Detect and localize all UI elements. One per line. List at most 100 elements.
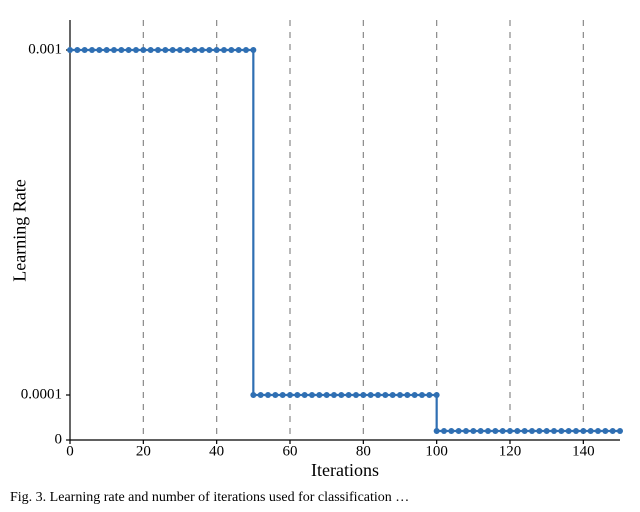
series-marker [485,428,491,434]
series-marker [404,392,410,398]
x-tick-labels: 0 20 40 60 80 100 120 140 [66,440,594,460]
series-marker [346,392,352,398]
series-marker [170,47,176,53]
x-tick-label: 100 [425,444,448,460]
series-marker [272,392,278,398]
series-marker [140,47,146,53]
x-tick-label: 120 [499,444,522,460]
series-marker [588,428,594,434]
series-marker [184,47,190,53]
y-axis-title-text: Learning Rate [10,179,31,281]
series-marker [250,392,256,398]
series-marker [309,392,315,398]
figure-caption-text: Fig. 3. Learning rate and number of iter… [10,490,409,505]
series-marker [529,428,535,434]
series-marker [206,47,212,53]
series-marker [551,428,557,434]
series-marker [111,47,117,53]
series-marker [448,428,454,434]
series-marker [441,428,447,434]
series-marker [74,47,80,53]
plot-area: 00.00010.001 020406080100120140 [70,20,620,440]
series-marker [573,428,579,434]
series-marker [368,392,374,398]
series-marker [67,47,73,53]
series-marker [566,428,572,434]
y-tick-label: 0.001 [28,41,62,57]
series-marker [96,47,102,53]
series-marker [214,47,220,53]
series-marker [243,47,249,53]
series-marker [236,47,242,53]
series-marker [463,428,469,434]
series-marker [155,47,161,53]
series-marker [104,47,110,53]
series-marker [250,47,256,53]
series-marker [360,392,366,398]
x-tick-label: 80 [356,444,371,460]
series-marker [302,392,308,398]
series-marker [294,392,300,398]
x-tick-label: 20 [136,444,151,460]
series-marker [412,392,418,398]
series-marker [536,428,542,434]
series-marker [353,392,359,398]
series-marker [382,392,388,398]
series-marker [580,428,586,434]
series-marker [338,392,344,398]
series-marker [287,392,293,398]
series-marker [89,47,95,53]
series-marker [265,392,271,398]
x-tick-label: 60 [283,444,298,460]
figure-caption: Fig. 3. Learning rate and number of iter… [10,490,630,506]
series-marker [558,428,564,434]
series-marker [500,428,506,434]
x-axis-title-text: Iterations [311,460,379,480]
series-marker [390,392,396,398]
series-marker [397,392,403,398]
series-marker [126,47,132,53]
series-marker [507,428,513,434]
series-marker [258,392,264,398]
series-marker [610,428,616,434]
figure: Learning Rate 00.00010.001 0204060801001… [0,0,640,512]
y-tick-label: 0 [55,431,63,447]
y-tick-label: 0.0001 [21,386,62,402]
x-tick-label: 40 [209,444,224,460]
series-marker [617,428,623,434]
vertical-gridlines [143,20,583,440]
series-marker [280,392,286,398]
series-marker [316,392,322,398]
series-marker [162,47,168,53]
series-marker [514,428,520,434]
series-marker [419,392,425,398]
x-tick-label: 0 [66,444,74,460]
series-marker [434,392,440,398]
series-marker [478,428,484,434]
series-lr [67,47,623,434]
series-marker [148,47,154,53]
series-marker [470,428,476,434]
series-marker [324,392,330,398]
y-axis-title: Learning Rate [8,20,32,440]
series-marker [434,428,440,434]
series-marker [375,392,381,398]
series-marker [331,392,337,398]
series-marker [426,392,432,398]
series-marker [221,47,227,53]
x-tick-label: 140 [572,444,595,460]
series-marker [118,47,124,53]
series-marker [522,428,528,434]
series-marker [595,428,601,434]
x-axis-title: Iterations [70,460,620,481]
series-marker [456,428,462,434]
series-marker [199,47,205,53]
series-marker [544,428,550,434]
series-marker [177,47,183,53]
series-marker [492,428,498,434]
series-marker [192,47,198,53]
series-marker [602,428,608,434]
series-marker [82,47,88,53]
series-marker [228,47,234,53]
series-marker [133,47,139,53]
